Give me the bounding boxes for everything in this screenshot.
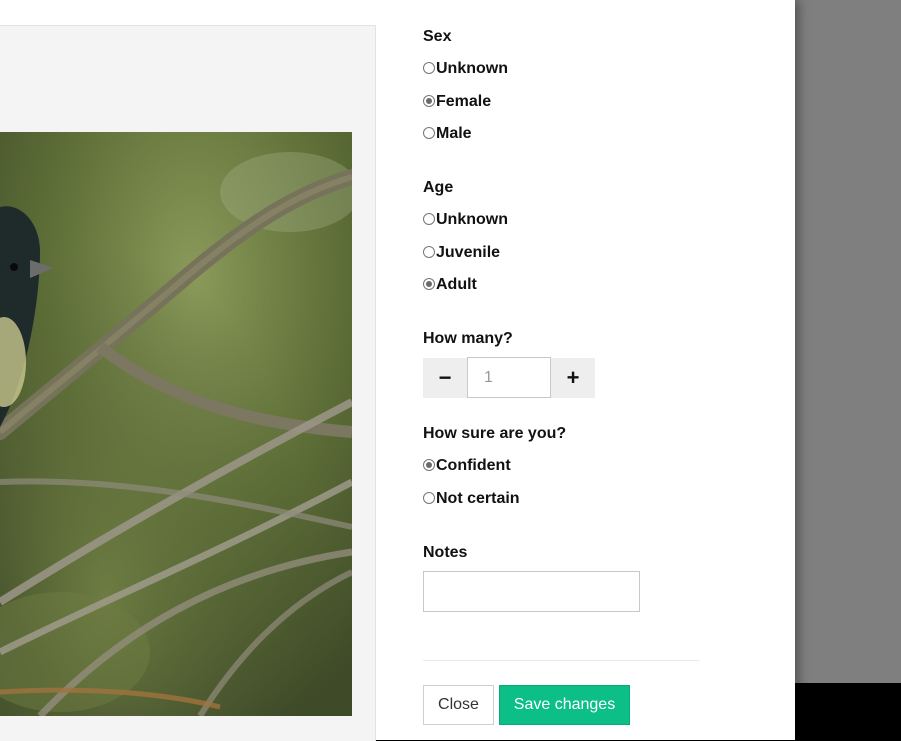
radio-button[interactable] [423,95,435,107]
certainty-heading: How sure are you? [423,425,567,442]
bird-photo [0,132,352,716]
radio-button[interactable] [423,492,435,504]
edit-observation-modal: Sex Unknown Female Male Age Unknown Juve… [0,0,795,741]
decrement-button[interactable]: − [423,358,467,398]
notes-field[interactable] [423,571,640,612]
backdrop-bottom [795,683,901,740]
radio-button[interactable] [423,278,435,290]
increment-button[interactable]: + [551,358,595,398]
radio-label: Unknown [436,60,508,77]
certainty-option-not-certain[interactable]: Not certain [423,488,520,510]
radio-button[interactable] [423,213,435,225]
count-heading: How many? [423,330,513,347]
radio-button[interactable] [423,127,435,139]
radio-label: Unknown [436,211,508,228]
age-heading: Age [423,179,454,196]
radio-button[interactable] [423,246,435,258]
radio-button[interactable] [423,459,435,471]
radio-label: Male [436,125,472,142]
radio-label: Confident [436,457,511,474]
sex-option-female[interactable]: Female [423,91,491,113]
save-changes-button[interactable]: Save changes [499,685,630,725]
age-option-juvenile[interactable]: Juvenile [423,242,500,264]
footer-divider [423,660,700,661]
notes-heading: Notes [423,544,468,561]
quantity-input[interactable] [467,357,551,398]
radio-label: Juvenile [436,244,501,261]
sex-option-unknown[interactable]: Unknown [423,58,508,80]
age-option-adult[interactable]: Adult [423,274,477,296]
radio-label: Adult [436,276,477,293]
sex-option-male[interactable]: Male [423,123,472,145]
modal-backdrop[interactable] [795,0,901,683]
radio-button[interactable] [423,62,435,74]
radio-label: Not certain [436,490,520,507]
radio-label: Female [436,93,492,110]
sex-heading: Sex [423,28,452,45]
close-button[interactable]: Close [423,685,494,725]
age-option-unknown[interactable]: Unknown [423,209,508,231]
image-panel [0,25,376,741]
quantity-stepper: − + [423,357,595,398]
certainty-option-confident[interactable]: Confident [423,455,511,477]
